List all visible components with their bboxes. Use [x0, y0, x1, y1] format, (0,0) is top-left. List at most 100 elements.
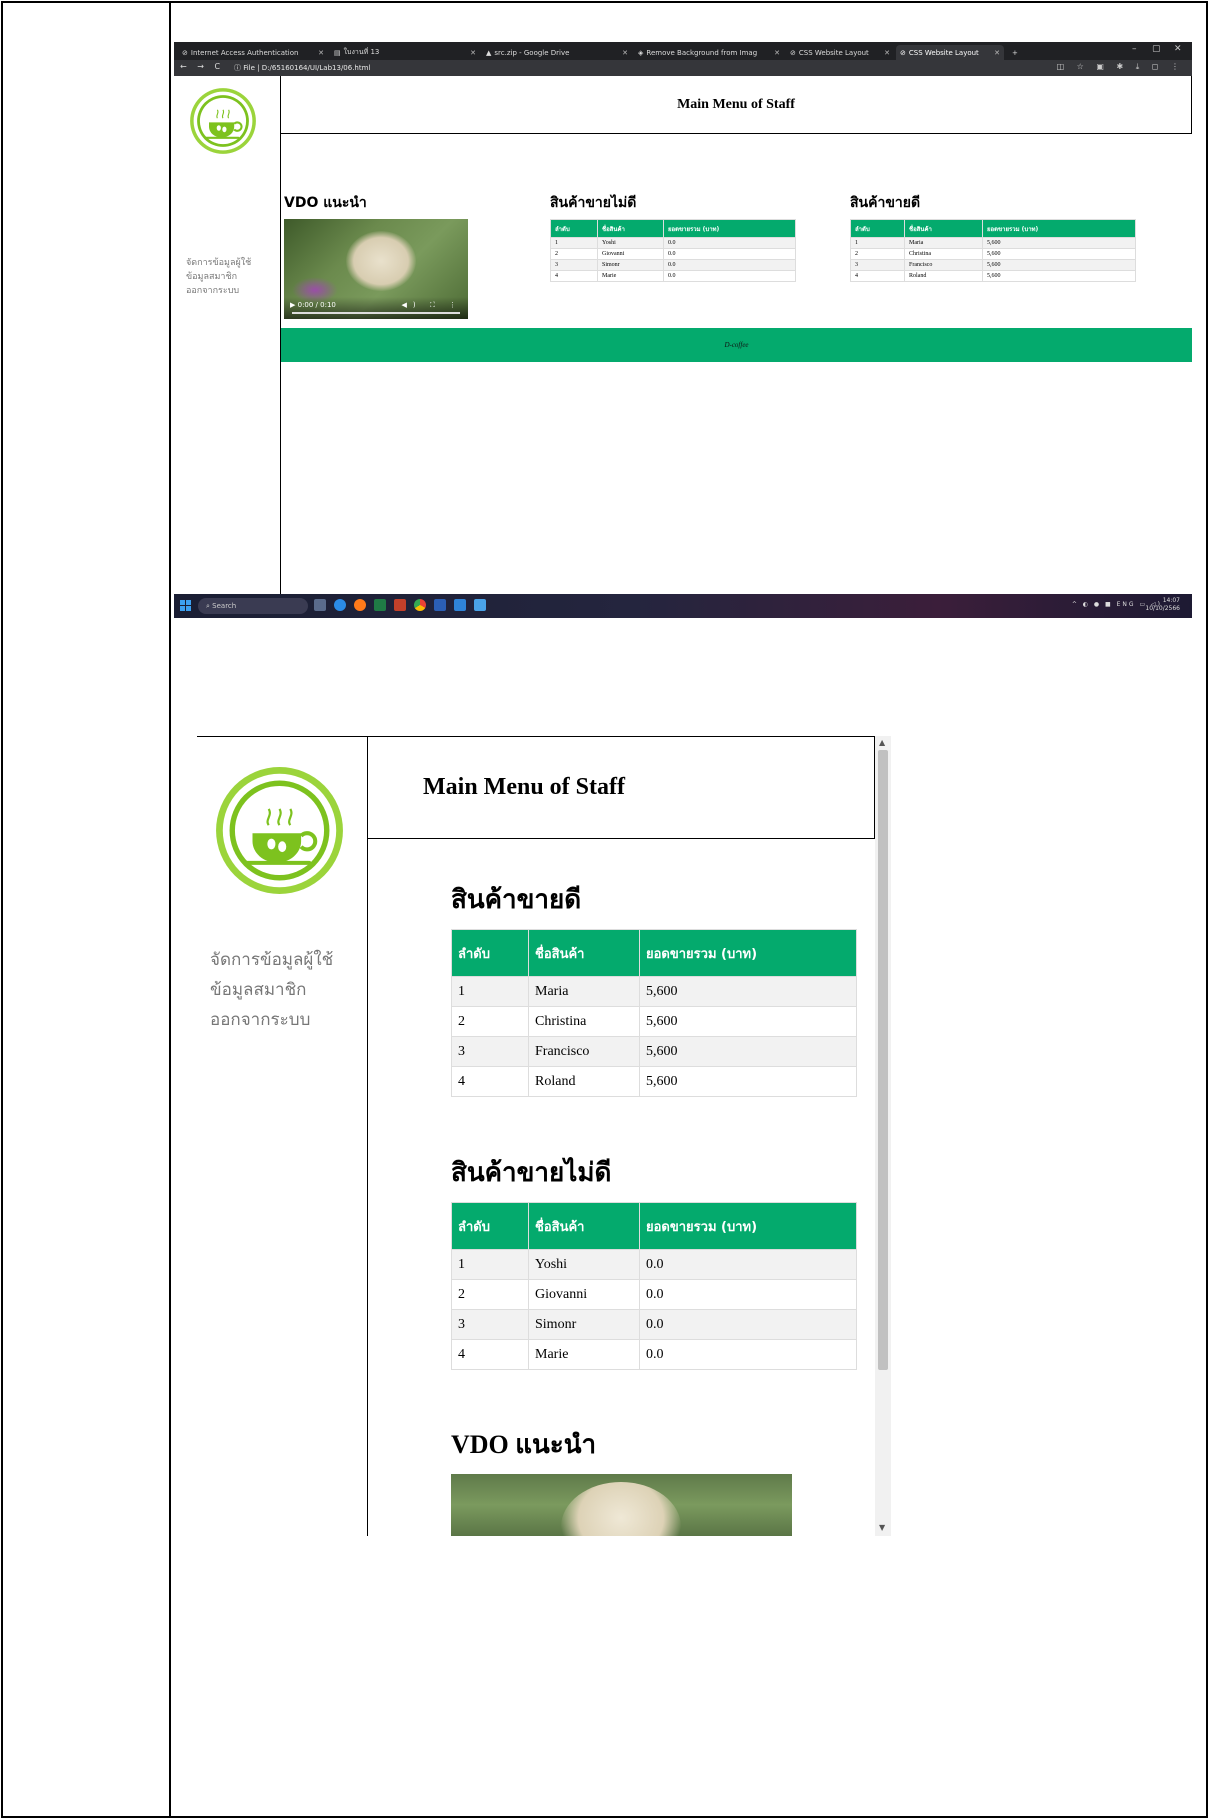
browser-tab[interactable]: ⊘ Internet Access Authentication ✕	[178, 45, 328, 60]
clock-date: 10/10/2566	[1145, 605, 1180, 612]
video-time[interactable]: ▶ 0:00 / 0:10	[290, 301, 336, 309]
video-frame-subject	[561, 1482, 681, 1536]
close-icon[interactable]: ✕	[878, 49, 890, 57]
table-header-row: ลำดับ ชื่อสินค้า ยอดขายรวม (บาท)	[451, 1202, 857, 1250]
table-cell: Christina	[528, 1006, 640, 1037]
excel-icon[interactable]	[374, 599, 386, 611]
address-bar-row: ← → C ⓘ File | D:/65160164/UI/Lab13/06.h…	[174, 60, 1192, 76]
table-cell: 5,600	[639, 1036, 857, 1067]
file-explorer-icon[interactable]	[314, 599, 326, 611]
scroll-up-arrow-icon[interactable]: ▲	[879, 738, 885, 747]
firefox-icon[interactable]	[354, 599, 366, 611]
column-header: ยอดขายรวม (บาท)	[663, 219, 796, 238]
table-cell: Maria	[904, 237, 983, 249]
sidebar-menu: จัดการข้อมูลผู้ใช้ ข้อมูลสมาชิก ออกจากระ…	[186, 256, 251, 298]
table-cell: 0.0	[639, 1249, 857, 1280]
photos-icon[interactable]	[474, 599, 486, 611]
desktop-browser-screenshot: ⊘ Internet Access Authentication ✕ ▤ ใบงานท…	[174, 42, 1192, 618]
tab-label: CSS Website Layout	[908, 48, 979, 57]
table-cell: 5,600	[639, 1066, 857, 1097]
search-icon: ⌕	[206, 602, 210, 610]
page-viewport: จัดการข้อมูลผู้ใช้ ข้อมูลสมาชิก ออกจากระ…	[174, 76, 1192, 594]
table-cell: 2	[850, 248, 905, 260]
table-cell: Francisco	[904, 259, 983, 271]
table-cell: 5,600	[982, 237, 1136, 249]
browser-tab[interactable]: ▲ src.zip - Google Drive ✕	[482, 45, 632, 60]
table-cell: 1	[550, 237, 598, 249]
browser-tab[interactable]: ▤ ใบงานที่ 13 ✕	[330, 45, 480, 60]
browser-tab[interactable]: ◈ Remove Background from Imag ✕	[634, 45, 784, 60]
menu-item-members[interactable]: ข้อมูลสมาชิก	[210, 975, 333, 1005]
maximize-button[interactable]: ▢	[1152, 44, 1161, 54]
menu-item-manage-users[interactable]: จัดการข้อมูลผู้ใช้	[210, 945, 333, 975]
table-cell: 2	[451, 1279, 529, 1310]
video-progress-bar[interactable]	[292, 312, 460, 314]
column-header: ชื่อสินค้า	[528, 1202, 640, 1250]
windows-start-icon[interactable]	[180, 600, 192, 612]
coffee-logo-icon	[216, 767, 343, 894]
close-window-button[interactable]: ✕	[1174, 44, 1182, 54]
close-icon[interactable]: ✕	[312, 49, 324, 57]
browser-tab[interactable]: ⊘ CSS Website Layout ✕	[786, 45, 894, 60]
chrome-icon[interactable]	[414, 599, 426, 611]
close-icon[interactable]: ✕	[464, 49, 476, 57]
tab-label: src.zip - Google Drive	[494, 48, 570, 57]
table-cell: 0.0	[639, 1309, 857, 1340]
column-header: ลำดับ	[850, 219, 905, 238]
menu-item-manage-users[interactable]: จัดการข้อมูลผู้ใช้	[186, 256, 251, 270]
page-header: Main Menu of Staff	[281, 76, 1192, 134]
browser-tab-active[interactable]: ⊘ CSS Website Layout ✕	[896, 45, 1004, 60]
table-cell: 5,600	[982, 248, 1136, 260]
scroll-down-arrow-icon[interactable]: ▼	[879, 1523, 885, 1532]
new-tab-button[interactable]: +	[1008, 45, 1026, 60]
close-icon[interactable]: ✕	[988, 49, 1000, 57]
table-row: 3 Simonr 0.0	[550, 259, 796, 271]
table-cell: Yoshi	[528, 1249, 640, 1280]
tab-label: CSS Website Layout	[798, 48, 869, 57]
column-header: ลำดับ	[451, 1202, 529, 1250]
url-text: D:/65160164/UI/Lab13/06.html	[261, 64, 371, 72]
powerpoint-icon[interactable]	[394, 599, 406, 611]
menu-item-members[interactable]: ข้อมูลสมาชิก	[186, 270, 251, 284]
extension-icons[interactable]: ◫ ☆ ▣ ✱ ⤓ ◻ ⋮	[1057, 62, 1184, 72]
url-field[interactable]: ⓘ File | D:/65160164/UI/Lab13/06.html	[234, 62, 1054, 74]
close-icon[interactable]: ✕	[768, 49, 780, 57]
taskbar-search-box[interactable]: ⌕ Search	[198, 598, 308, 614]
word-icon[interactable]	[434, 599, 446, 611]
table-row: 4 Roland 5,600	[451, 1066, 857, 1097]
table-row: 1 Yoshi 0.0	[550, 237, 796, 249]
video-controls: ▶ 0:00 / 0:10 ◀) ⛶ ⋮	[284, 297, 468, 319]
table-row: 4 Marie 0.0	[451, 1339, 857, 1370]
page-header: Main Menu of Staff	[368, 736, 875, 839]
menu-item-logout[interactable]: ออกจากระบบ	[186, 284, 251, 298]
taskbar-clock[interactable]: 14:07 10/10/2566	[1145, 597, 1180, 613]
video-control-icons[interactable]: ◀) ⛶ ⋮	[402, 301, 462, 310]
coffee-logo-icon	[190, 88, 256, 154]
url-prefix: ⓘ File	[234, 64, 255, 72]
table-header-row: ลำดับ ชื่อสินค้า ยอดขายรวม (บาท)	[550, 219, 796, 238]
navigation-buttons[interactable]: ← → C	[180, 62, 224, 71]
minimize-button[interactable]: –	[1132, 44, 1137, 54]
edge-icon[interactable]	[334, 599, 346, 611]
table-cell: Francisco	[528, 1036, 640, 1067]
table-cell: Marie	[597, 270, 664, 282]
table-cell: 0.0	[639, 1279, 857, 1310]
video-player[interactable]	[451, 1474, 792, 1536]
menu-item-logout[interactable]: ออกจากระบบ	[210, 1005, 333, 1035]
vscode-icon[interactable]	[454, 599, 466, 611]
globe-icon: ⊘	[182, 48, 188, 57]
video-heading: VDO แนะนำ	[284, 195, 367, 211]
scrollbar-thumb[interactable]	[878, 750, 888, 1370]
video-player[interactable]: ▶ 0:00 / 0:10 ◀) ⛶ ⋮	[284, 219, 468, 319]
table-row: 3 Simonr 0.0	[451, 1309, 857, 1340]
tab-label: Remove Background from Imag	[646, 48, 758, 57]
clock-time: 14:07	[1162, 597, 1180, 604]
table-cell: Roland	[904, 270, 983, 282]
sidebar-top-border	[197, 736, 368, 737]
bad-sellers-table: ลำดับ ชื่อสินค้า ยอดขายรวม (บาท) 1 Yoshi 0…	[451, 1202, 857, 1370]
vertical-scrollbar[interactable]: ▲ ▼	[875, 736, 891, 1536]
table-row: 2 Christina 5,600	[850, 248, 1136, 260]
table-cell: 3	[850, 259, 905, 271]
table-row: 1 Maria 5,600	[451, 976, 857, 1007]
close-icon[interactable]: ✕	[616, 49, 628, 57]
